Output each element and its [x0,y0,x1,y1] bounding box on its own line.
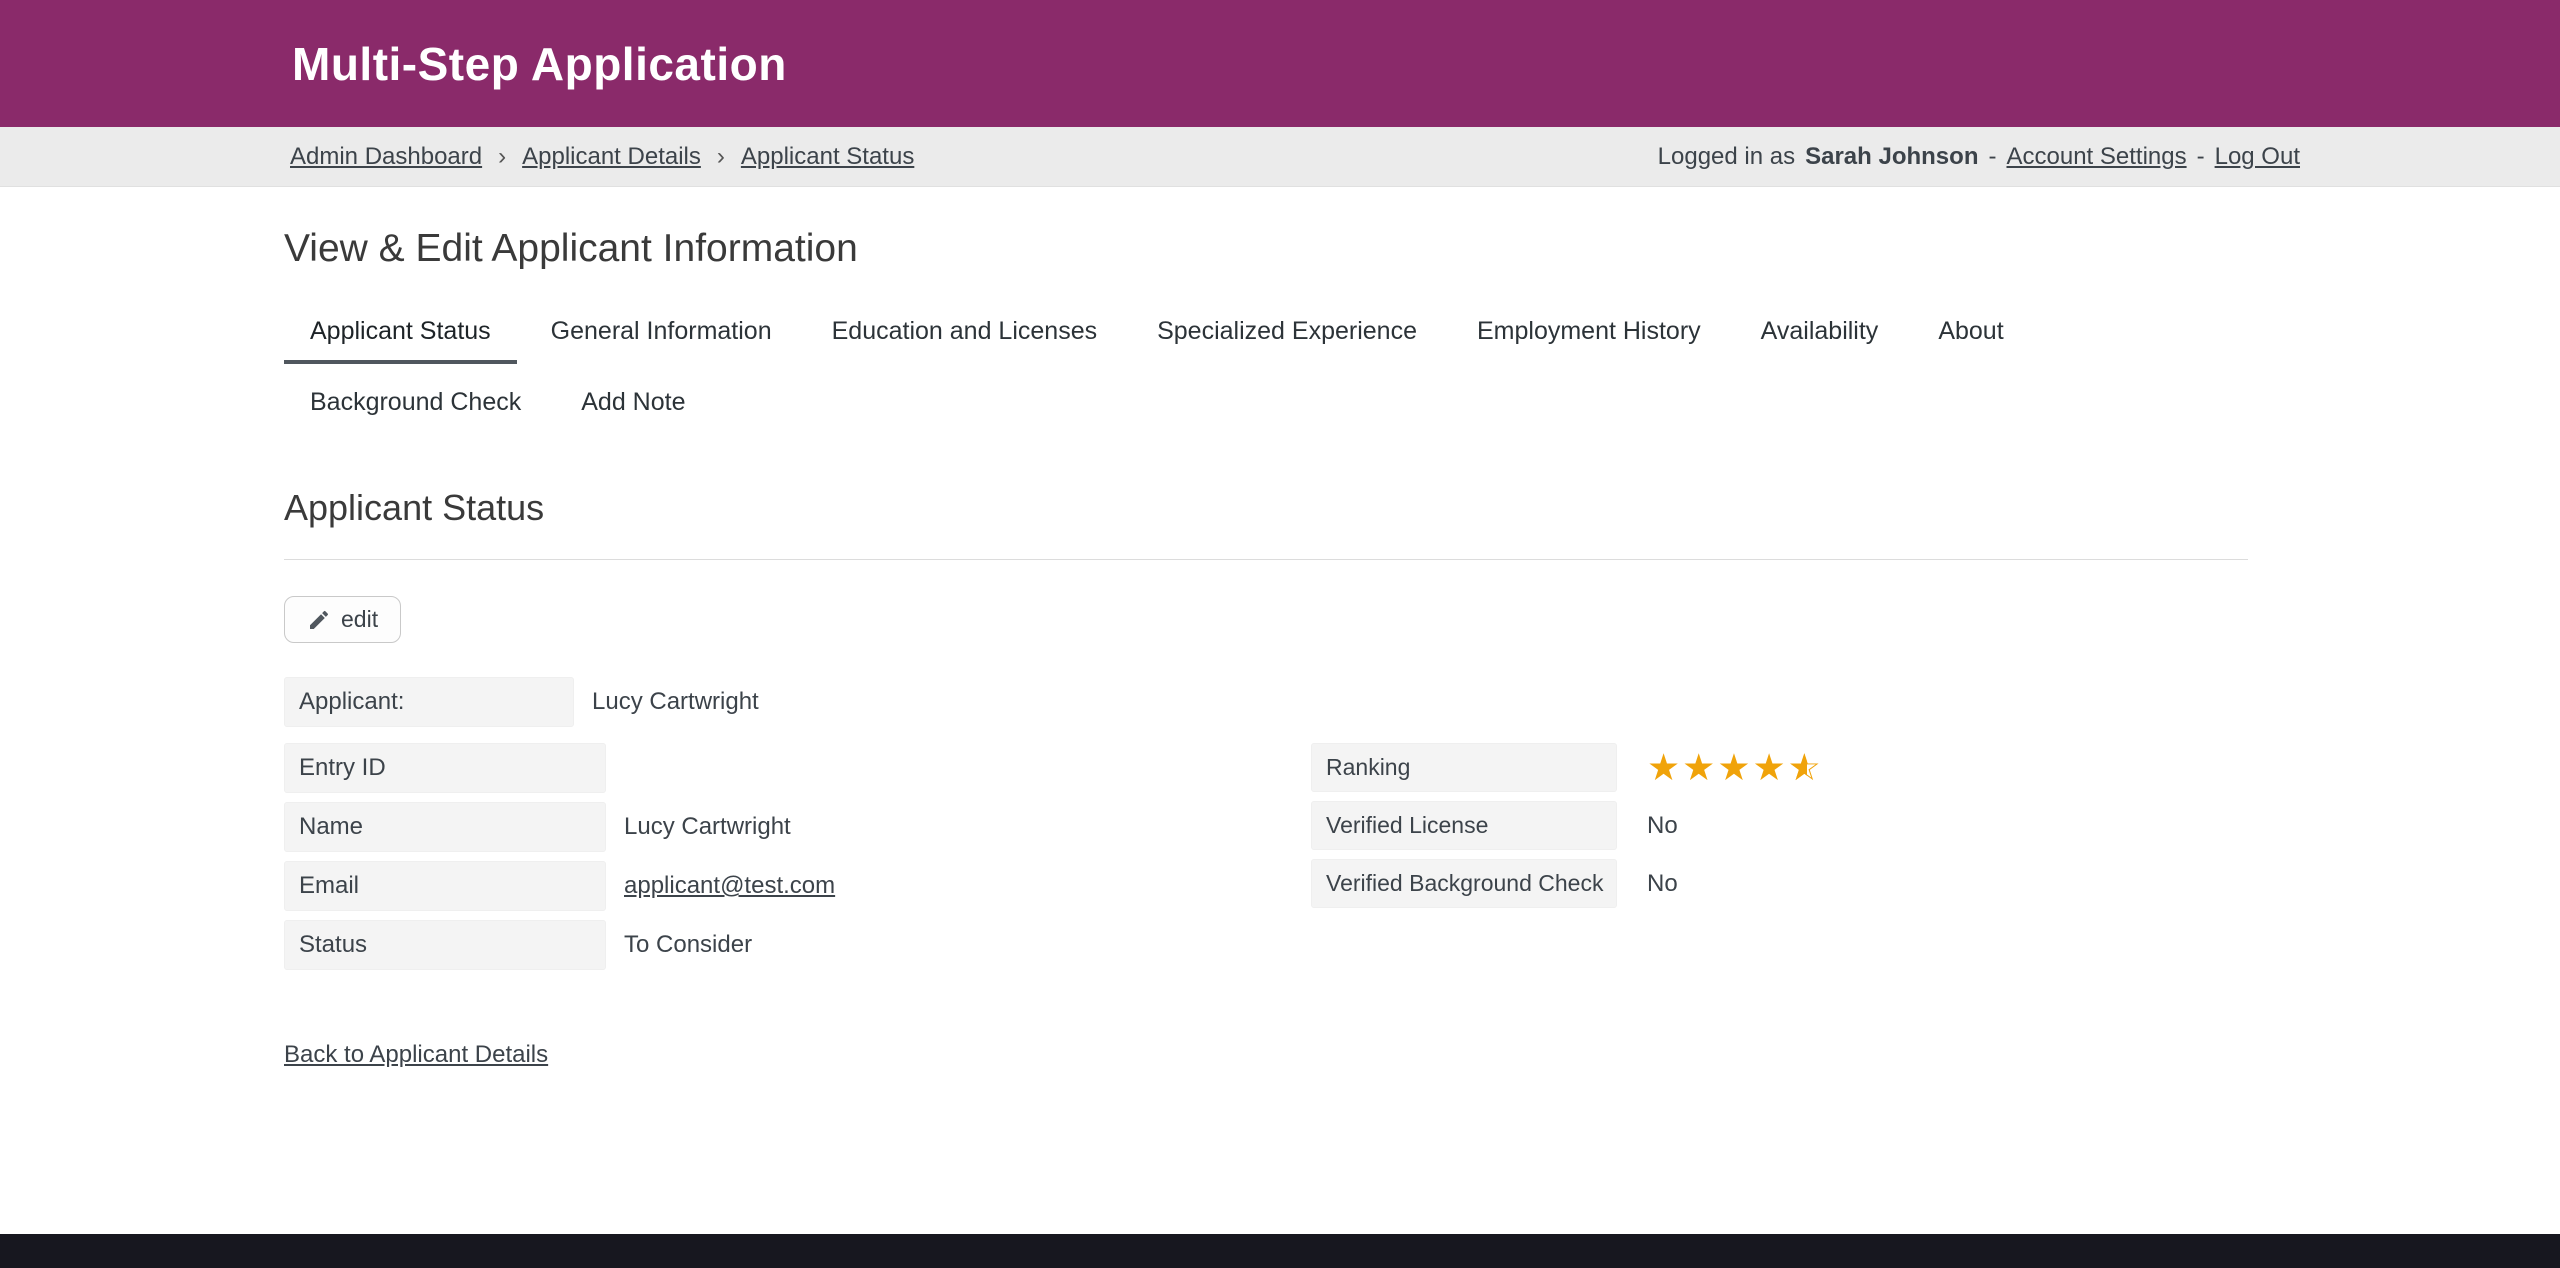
field-row-ranking: Ranking★★★★☆★ [1311,743,2248,792]
field-label: Status [284,920,606,970]
session-info: Logged in as Sarah Johnson - Account Set… [1658,143,2300,171]
field-value: Lucy Cartwright [624,813,791,841]
star-full-icon: ★ [1682,749,1717,786]
account-settings-link[interactable]: Account Settings [2006,143,2186,171]
breadcrumb-separator: › [717,143,725,171]
breadcrumb-bar: Admin Dashboard › Applicant Details › Applic… [0,127,2560,187]
tab-specialized-experience[interactable]: Specialized Experience [1131,301,1443,364]
field-label: Email [284,861,606,911]
applicant-label: Applicant: [284,677,574,727]
field-value: No [1647,870,1678,898]
app-title: Multi-Step Application [292,37,787,91]
tab-applicant-status[interactable]: Applicant Status [284,301,517,364]
field-value: applicant@test.com [624,872,835,900]
footer-bar [0,1234,2560,1268]
tab-bar: Applicant StatusGeneral InformationEduca… [284,301,2248,435]
field-row-name: Name Lucy Cartwright [284,802,1311,852]
star-full-icon: ★ [1753,749,1788,786]
page-title: View & Edit Applicant Information [284,227,2248,271]
logout-link[interactable]: Log Out [2215,143,2300,171]
main-content: View & Edit Applicant Information Applic… [0,227,2560,1069]
breadcrumb-link-applicant-details[interactable]: Applicant Details [522,143,701,171]
star-full-icon: ★ [1717,749,1752,786]
tab-general-information[interactable]: General Information [525,301,798,364]
field-label: Verified License [1311,801,1617,850]
star-full-icon: ★ [1647,749,1682,786]
breadcrumb-link-applicant-status[interactable]: Applicant Status [741,143,914,171]
applicant-row: Applicant: Lucy Cartwright [284,677,2248,727]
user-name: Sarah Johnson [1805,143,1978,171]
field-row-verified-license: Verified License No [1311,801,2248,850]
field-label: Entry ID [284,743,606,793]
tab-background-check[interactable]: Background Check [284,372,547,435]
star-half-icon: ☆★ [1788,749,1823,786]
tab-employment-history[interactable]: Employment History [1451,301,1727,364]
tab-availability[interactable]: Availability [1735,301,1905,364]
field-row-status: Status To Consider [284,920,1311,970]
ranking-value: ★★★★☆★ [1647,749,1823,787]
field-row-verified-background-check: Verified Background Check No [1311,859,2248,908]
edit-button[interactable]: edit [284,596,401,643]
logged-in-text: Logged in as [1658,143,1795,171]
field-label: Verified Background Check [1311,859,1617,908]
field-columns: Entry ID Name Lucy Cartwright Email applican… [284,743,2248,979]
left-field-column: Entry ID Name Lucy Cartwright Email applican… [284,743,1311,979]
session-separator: - [1988,143,1996,171]
field-label: Ranking [1311,743,1617,792]
breadcrumb-separator: › [498,143,506,171]
applicant-name-value: Lucy Cartwright [592,688,759,716]
app-header: Multi-Step Application [0,0,2560,127]
tab-education-and-licenses[interactable]: Education and Licenses [806,301,1123,364]
section-divider [284,559,2248,560]
breadcrumb-link-admin-dashboard[interactable]: Admin Dashboard [290,143,482,171]
field-value: No [1647,812,1678,840]
field-row-entry-id: Entry ID [284,743,1311,793]
tab-add-note[interactable]: Add Note [555,372,711,435]
breadcrumb: Admin Dashboard › Applicant Details › Applic… [290,143,914,171]
field-row-email: Email applicant@test.com [284,861,1311,911]
email-link[interactable]: applicant@test.com [624,872,835,899]
field-label: Name [284,802,606,852]
tab-about[interactable]: About [1912,301,2029,364]
field-value: To Consider [624,931,752,959]
tab-row-break [284,364,2248,372]
right-field-column: Ranking★★★★☆★Verified LicenseNoVerified … [1311,743,2248,917]
edit-button-label: edit [341,606,378,633]
star-rating: ★★★★☆★ [1647,749,1823,786]
back-link[interactable]: Back to Applicant Details [284,1041,548,1069]
edit-icon [307,608,331,632]
section-title: Applicant Status [284,487,2248,529]
session-separator: - [2197,143,2205,171]
